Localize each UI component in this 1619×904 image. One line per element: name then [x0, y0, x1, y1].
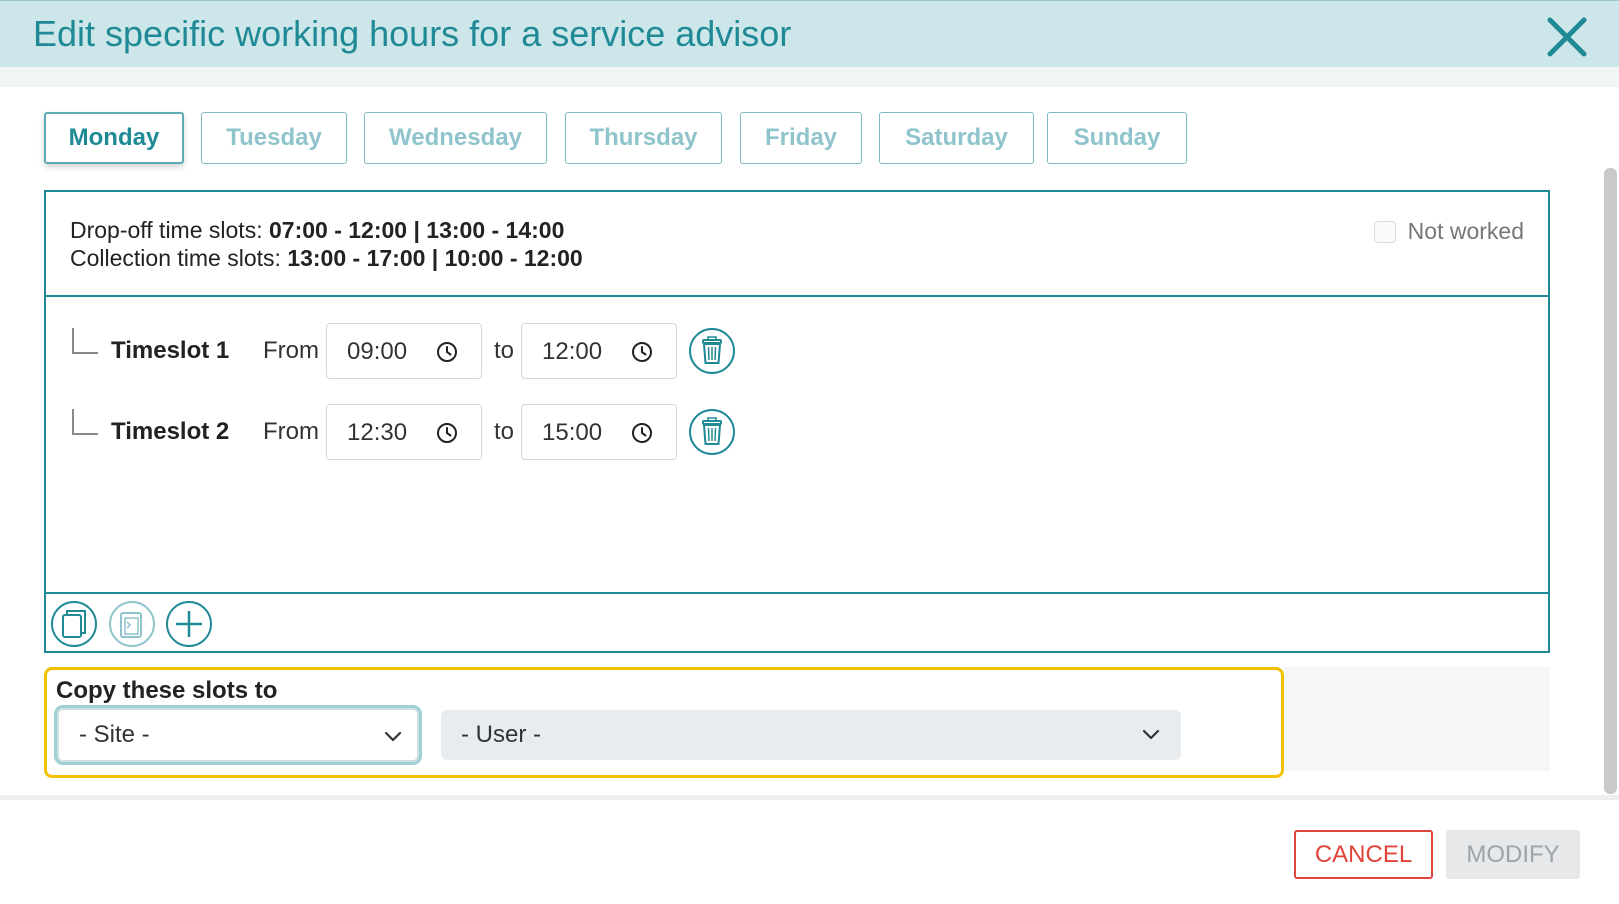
- user-select-value: - User -: [461, 721, 541, 748]
- from-time-value: 12:30: [347, 419, 408, 446]
- from-time-value: 09:00: [347, 338, 408, 365]
- copy-slots-section: Copy these slots to - Site - - User -: [44, 667, 1284, 778]
- timeslots-panel: Drop-off time slots: 07:00 - 12:00 | 13:…: [44, 190, 1550, 653]
- not-worked-label: Not worked: [1407, 218, 1524, 244]
- tab-sunday[interactable]: Sunday: [1047, 112, 1187, 164]
- user-select[interactable]: - User -: [441, 710, 1181, 760]
- delete-timeslot-icon[interactable]: [688, 408, 736, 456]
- to-time-input[interactable]: 12:00: [521, 323, 677, 379]
- to-label: to: [494, 418, 515, 445]
- clock-icon[interactable]: [435, 340, 459, 364]
- timeslot-label: Timeslot 1: [111, 337, 230, 364]
- paste-icon[interactable]: [108, 600, 156, 648]
- tab-thursday[interactable]: Thursday: [565, 112, 722, 164]
- to-time-value: 12:00: [542, 338, 603, 365]
- dropoff-value: 07:00 - 12:00 | 13:00 - 14:00: [268, 217, 565, 243]
- tree-corner-icon: [72, 409, 98, 435]
- copy-icon[interactable]: [50, 600, 98, 648]
- to-time-value: 15:00: [542, 419, 603, 446]
- chevron-down-icon: [1142, 729, 1160, 740]
- collection-value: 13:00 - 17:00 | 10:00 - 12:00: [287, 245, 583, 271]
- not-worked-checkbox[interactable]: [1373, 220, 1396, 243]
- tab-tuesday[interactable]: Tuesday: [201, 112, 347, 164]
- close-icon[interactable]: [1545, 15, 1589, 59]
- slot-summary: Drop-off time slots: 07:00 - 12:00 | 13:…: [70, 216, 583, 272]
- tab-monday[interactable]: Monday: [44, 112, 184, 164]
- dialog-header: Edit specific working hours for a servic…: [0, 0, 1619, 67]
- tab-saturday[interactable]: Saturday: [879, 112, 1034, 164]
- tab-friday[interactable]: Friday: [740, 112, 862, 164]
- tab-wednesday[interactable]: Wednesday: [364, 112, 547, 164]
- copy-slots-title: Copy these slots to: [56, 677, 278, 704]
- modify-button[interactable]: MODIFY: [1446, 830, 1580, 879]
- site-select-value: - Site -: [79, 721, 150, 748]
- from-label: From: [263, 337, 319, 364]
- to-label: to: [494, 337, 515, 364]
- chevron-down-icon: [384, 731, 402, 742]
- dialog-title: Edit specific working hours for a servic…: [33, 13, 792, 54]
- not-worked-toggle[interactable]: Not worked: [1373, 218, 1524, 245]
- header-subbar: [0, 67, 1619, 87]
- collection-label: Collection time slots:: [70, 245, 288, 271]
- divider: [46, 295, 1548, 297]
- copy-area-background: [1284, 667, 1550, 771]
- dropoff-label: Drop-off time slots:: [70, 217, 269, 243]
- footer-divider: [0, 795, 1619, 800]
- clock-icon[interactable]: [630, 340, 654, 364]
- from-label: From: [263, 418, 319, 445]
- delete-timeslot-icon[interactable]: [688, 327, 736, 375]
- cancel-button[interactable]: CANCEL: [1294, 830, 1433, 879]
- from-time-input[interactable]: 09:00: [326, 323, 482, 379]
- timeslot-label: Timeslot 2: [111, 418, 230, 445]
- from-time-input[interactable]: 12:30: [326, 404, 482, 460]
- divider: [46, 592, 1548, 594]
- site-select[interactable]: - Site -: [57, 708, 419, 762]
- scrollbar[interactable]: [1604, 168, 1617, 794]
- add-icon[interactable]: [165, 600, 213, 648]
- clock-icon[interactable]: [435, 421, 459, 445]
- clock-icon[interactable]: [630, 421, 654, 445]
- tree-corner-icon: [72, 328, 98, 354]
- to-time-input[interactable]: 15:00: [521, 404, 677, 460]
